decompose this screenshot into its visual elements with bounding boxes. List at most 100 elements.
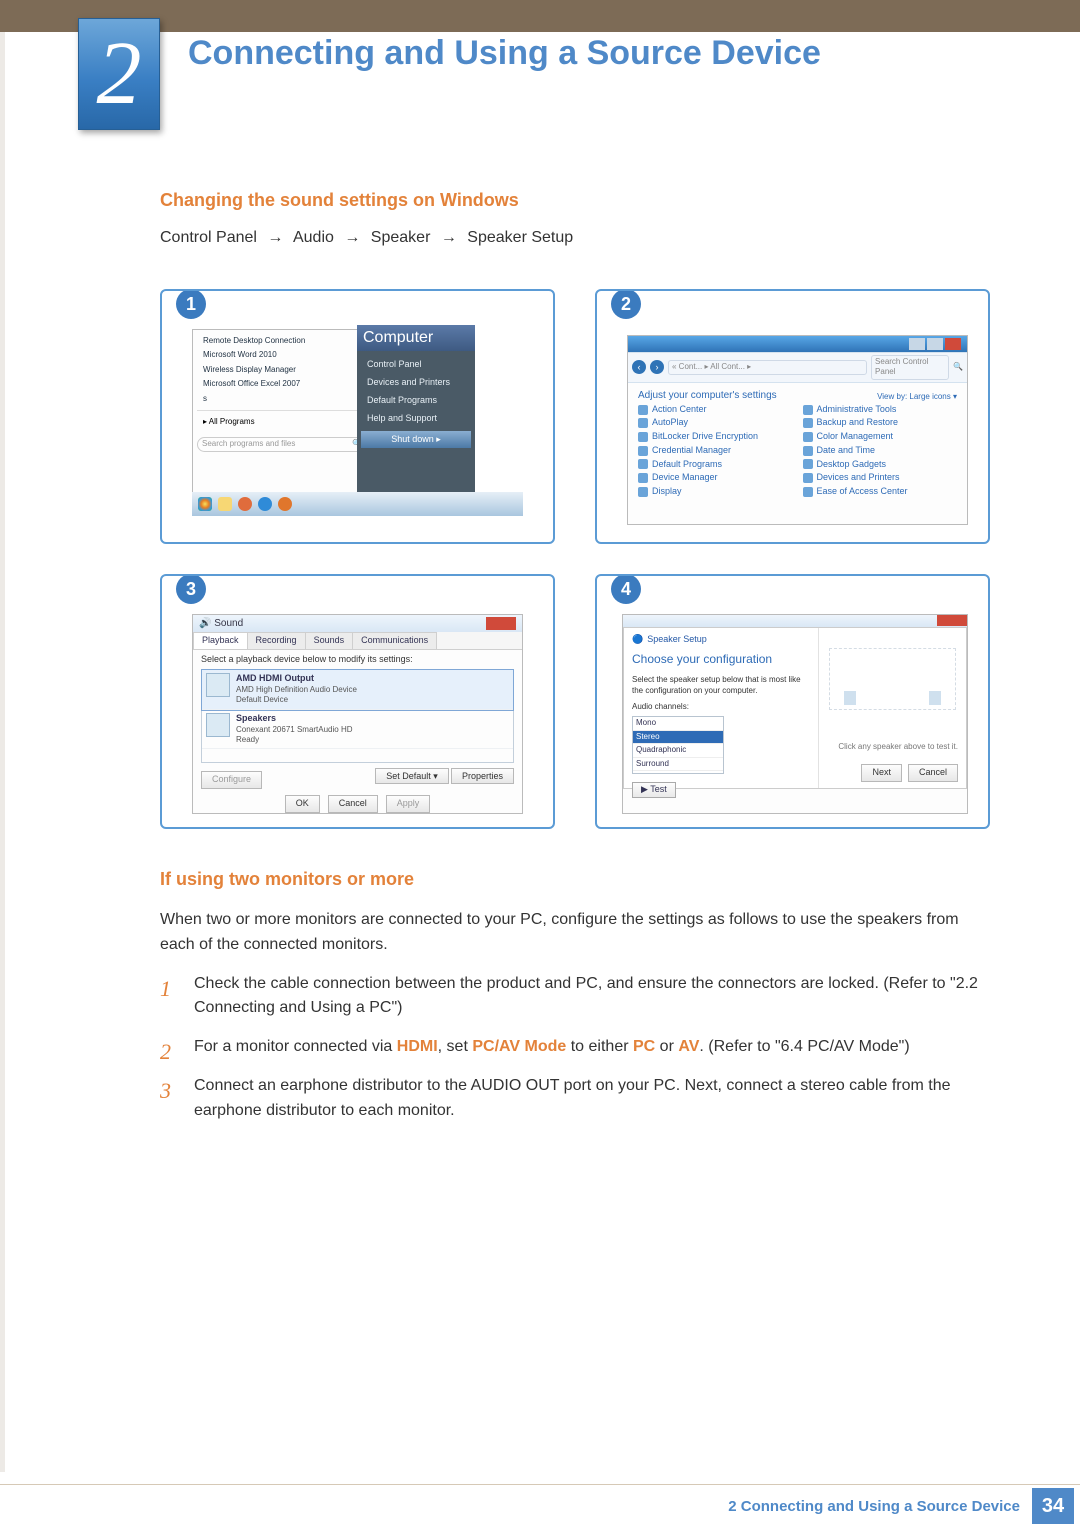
shutdown-button[interactable]: Shut down ▸ xyxy=(361,431,471,448)
menu-item[interactable]: Microsoft Office Excel 2007 xyxy=(197,377,367,391)
step-badge-4: 4 xyxy=(611,574,641,604)
taskbar-icon[interactable] xyxy=(278,497,292,511)
backup-icon xyxy=(803,418,813,428)
arrow-icon: → xyxy=(344,229,360,246)
configure-button[interactable]: Configure xyxy=(201,771,262,789)
close-icon[interactable] xyxy=(937,615,967,626)
channel-option[interactable]: Quadraphonic xyxy=(633,744,723,757)
address-bar: ‹ › « Cont... ▸ All Cont... ▸ Search Con… xyxy=(628,352,967,383)
sound-tabs: Playback Recording Sounds Communications xyxy=(193,632,522,650)
control-panel-grid: Action Center Administrative Tools AutoP… xyxy=(628,404,967,498)
step-text: Check the cable connection between the p… xyxy=(194,975,978,1017)
chapter-number-badge: 2 xyxy=(78,18,160,130)
step-1: 1 Check the cable connection between the… xyxy=(160,972,990,1022)
taskbar-icon[interactable] xyxy=(218,497,232,511)
screenshot-speaker-setup: 4 🔵 Speaker Setup Choose your configurat… xyxy=(595,574,990,829)
cancel-button[interactable]: Cancel xyxy=(328,795,378,813)
start-search[interactable]: Search programs and files 🔍 xyxy=(197,437,367,451)
playback-device-speakers[interactable]: Speakers Conexant 20671 SmartAudio HD Re… xyxy=(202,710,513,749)
cancel-button[interactable]: Cancel xyxy=(908,764,958,782)
cp-item[interactable]: Color Management xyxy=(803,431,958,443)
menu-item[interactable]: Remote Desktop Connection xyxy=(197,334,367,348)
channels-list[interactable]: Mono Stereo Quadraphonic Surround 5.1 Su… xyxy=(632,716,724,774)
taskbar-icon[interactable] xyxy=(238,497,252,511)
maximize-icon[interactable] xyxy=(927,338,943,350)
cp-item[interactable]: Device Manager xyxy=(638,472,793,484)
cp-item[interactable]: Backup and Restore xyxy=(803,417,958,429)
channel-option[interactable]: Surround xyxy=(633,758,723,771)
cp-item[interactable]: Date and Time xyxy=(803,445,958,457)
crumb-speaker-setup: Speaker Setup xyxy=(467,229,573,246)
cp-item[interactable]: Credential Manager xyxy=(638,445,793,457)
step-3: 3 Connect an earphone distributor to the… xyxy=(160,1074,990,1124)
menu-item-default-programs[interactable]: Default Programs xyxy=(361,391,471,409)
close-icon[interactable] xyxy=(945,338,961,350)
tab-communications[interactable]: Communications xyxy=(352,632,437,649)
cp-item[interactable]: Devices and Printers xyxy=(803,472,958,484)
search-field[interactable]: Search Control Panel xyxy=(871,355,949,380)
hint-text: Click any speaker above to test it. xyxy=(838,742,958,752)
cp-item[interactable]: Desktop Gadgets xyxy=(803,459,958,471)
window-titlebar xyxy=(623,615,967,627)
menu-item-computer[interactable]: Computer xyxy=(357,325,475,351)
cp-item[interactable]: BitLocker Drive Encryption xyxy=(638,431,793,443)
cp-item[interactable]: Display xyxy=(638,486,793,498)
sound-instruction: Select a playback device below to modify… xyxy=(201,654,514,666)
menu-item[interactable]: Wireless Display Manager xyxy=(197,363,367,377)
menu-item[interactable]: s xyxy=(197,392,367,406)
view-by-dropdown[interactable]: View by: Large icons ▾ xyxy=(877,392,957,402)
cp-item[interactable]: Default Programs xyxy=(638,459,793,471)
step-number: 3 xyxy=(160,1074,171,1108)
cp-item[interactable]: Action Center xyxy=(638,404,793,416)
apply-button[interactable]: Apply xyxy=(386,795,431,813)
next-button[interactable]: Next xyxy=(861,764,902,782)
back-icon[interactable]: ‹ xyxy=(632,360,646,374)
flag-icon xyxy=(638,405,648,415)
cp-item[interactable]: AutoPlay xyxy=(638,417,793,429)
taskbar-ie-icon[interactable] xyxy=(258,497,272,511)
path-field[interactable]: « Cont... ▸ All Cont... ▸ xyxy=(668,360,867,374)
channel-option[interactable]: Mono xyxy=(633,717,723,730)
test-button[interactable]: ▶ Test xyxy=(632,782,676,798)
set-default-button[interactable]: Set Default ▾ xyxy=(375,768,449,784)
speaker-diagram xyxy=(829,648,956,710)
playback-device-list: AMD HDMI Output AMD High Definition Audi… xyxy=(201,669,514,763)
menu-item-control-panel[interactable]: Control Panel xyxy=(361,355,471,373)
vault-icon xyxy=(638,446,648,456)
forward-icon[interactable]: › xyxy=(650,360,664,374)
programs-icon xyxy=(638,459,648,469)
speaker-icon xyxy=(206,713,230,737)
menu-item-help-support[interactable]: Help and Support xyxy=(361,409,471,427)
menu-item-devices-printers[interactable]: Devices and Printers xyxy=(361,373,471,391)
tab-sounds[interactable]: Sounds xyxy=(305,632,354,649)
screenshot-sound-dialog: 3 🔊 Sound Playback Recording Sounds Comm… xyxy=(160,574,555,829)
channel-option[interactable]: 5.1 Surround xyxy=(633,771,723,774)
close-icon[interactable] xyxy=(486,617,516,630)
playback-device-hdmi[interactable]: AMD HDMI Output AMD High Definition Audi… xyxy=(202,670,513,709)
start-orb-icon[interactable] xyxy=(198,497,212,511)
arrow-icon: → xyxy=(441,229,457,246)
window-titlebar: 🔊 Sound xyxy=(193,615,522,632)
search-icon[interactable]: 🔍 xyxy=(953,362,963,372)
cp-item[interactable]: Administrative Tools xyxy=(803,404,958,416)
top-stripe xyxy=(0,0,1080,32)
channel-option-selected[interactable]: Stereo xyxy=(633,731,723,744)
tab-recording[interactable]: Recording xyxy=(247,632,306,649)
tab-playback[interactable]: Playback xyxy=(193,632,248,649)
speaker-right-icon[interactable] xyxy=(929,691,941,705)
menu-item[interactable]: Microsoft Word 2010 xyxy=(197,348,367,362)
ok-button[interactable]: OK xyxy=(285,795,320,813)
page-number: 34 xyxy=(1032,1488,1074,1524)
minimize-icon[interactable] xyxy=(909,338,925,350)
cp-item[interactable]: Ease of Access Center xyxy=(803,486,958,498)
properties-button[interactable]: Properties xyxy=(451,768,514,784)
speaker-icon xyxy=(206,673,230,697)
all-programs[interactable]: ▸ All Programs xyxy=(197,415,367,429)
color-icon xyxy=(803,432,813,442)
step-badge-1: 1 xyxy=(176,289,206,319)
speaker-left-icon[interactable] xyxy=(844,691,856,705)
tools-icon xyxy=(803,405,813,415)
channels-label: Audio channels: xyxy=(632,702,810,712)
gadgets-icon xyxy=(803,459,813,469)
arrow-icon: → xyxy=(267,229,283,246)
